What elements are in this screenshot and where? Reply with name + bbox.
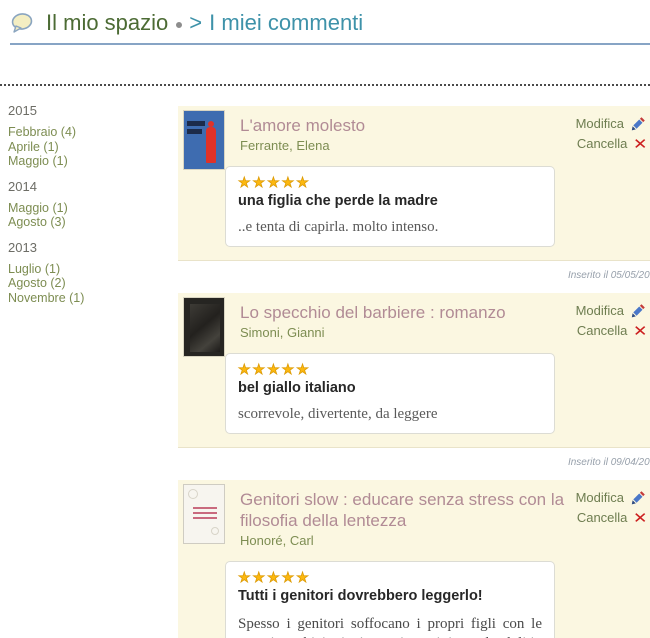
delete-label: Cancella — [577, 136, 628, 151]
comment-title: una figlia che perde la madre — [238, 193, 542, 209]
archive-month-link[interactable]: Febbraio (4) — [8, 125, 178, 140]
delete-link[interactable]: Cancella ✕ — [577, 136, 647, 151]
delete-link[interactable]: Cancella ✕ — [577, 510, 647, 525]
archive-year: 2013 — [8, 240, 178, 255]
edit-link[interactable]: Modifica — [576, 489, 647, 505]
book-cover-thumbnail[interactable] — [183, 297, 225, 357]
page-header: Il mio spazio > I miei commenti — [10, 10, 650, 45]
archive-month-link[interactable]: Luglio (1) — [8, 262, 178, 277]
comment-box: ★★★★★ bel giallo italiano scorrevole, di… — [225, 353, 555, 434]
card-actions: Modifica Cancella ✕ — [576, 115, 647, 151]
book-cover-thumbnail[interactable] — [183, 110, 225, 170]
delete-label: Cancella — [577, 510, 628, 525]
star-rating: ★★★★★ — [238, 362, 542, 377]
comment-title: Tutti i genitori dovrebbero leggerlo! — [238, 588, 542, 604]
comment-body: scorrevole, divertente, da leggere — [238, 405, 542, 424]
book-author: Honoré, Carl — [240, 533, 649, 548]
inserted-date: Inserito il 05/05/201. — [178, 261, 650, 293]
comment-card: Lo specchio del barbiere : romanzo Simon… — [178, 293, 650, 448]
archive-month-link[interactable]: Maggio (1) — [8, 201, 178, 216]
page-title: Il mio spazio — [46, 10, 168, 36]
pencil-icon — [631, 489, 647, 505]
inserted-date: Inserito il 09/04/201. — [178, 448, 650, 480]
content-area: 2015 Febbraio (4) Aprile (1) Maggio (1) … — [0, 86, 650, 638]
archive-year: 2014 — [8, 179, 178, 194]
comment-card: Genitori slow : educare senza stress con… — [178, 480, 650, 638]
card-actions: Modifica Cancella ✕ — [576, 302, 647, 338]
edit-label: Modifica — [576, 490, 624, 505]
comments-list: L'amore molesto Ferrante, Elena ★★★★★ un… — [178, 86, 650, 638]
breadcrumb-current: I miei commenti — [209, 10, 363, 36]
book-cover-thumbnail[interactable] — [183, 484, 225, 544]
book-title-link[interactable]: Genitori slow : educare senza stress con… — [240, 489, 575, 531]
delete-x-icon: ✕ — [633, 137, 647, 151]
comment-box: ★★★★★ una figlia che perde la madre ..e … — [225, 166, 555, 247]
archive-month-link[interactable]: Agosto (2) — [8, 276, 178, 291]
breadcrumb-separator: > — [189, 10, 202, 36]
card-actions: Modifica Cancella ✕ — [576, 489, 647, 525]
delete-label: Cancella — [577, 323, 628, 338]
delete-link[interactable]: Cancella ✕ — [577, 323, 647, 338]
edit-link[interactable]: Modifica — [576, 115, 647, 131]
edit-label: Modifica — [576, 303, 624, 318]
archive-month-link[interactable]: Aprile (1) — [8, 140, 178, 155]
speech-bubble-icon — [10, 12, 34, 34]
archive-month-link[interactable]: Agosto (3) — [8, 215, 178, 230]
delete-x-icon: ✕ — [633, 324, 647, 338]
bullet-icon — [176, 22, 182, 28]
book-title-link[interactable]: L'amore molesto — [240, 115, 575, 136]
comment-body: Spesso i genitori soffocano i propri fig… — [238, 615, 542, 638]
star-rating: ★★★★★ — [238, 175, 542, 190]
pencil-icon — [631, 115, 647, 131]
archive-year: 2015 — [8, 103, 178, 118]
archive-month-link[interactable]: Maggio (1) — [8, 154, 178, 169]
comment-body: ..e tenta di capirla. molto intenso. — [238, 218, 542, 237]
archive-month-link[interactable]: Novembre (1) — [8, 291, 178, 306]
comment-card: L'amore molesto Ferrante, Elena ★★★★★ un… — [178, 106, 650, 261]
edit-link[interactable]: Modifica — [576, 302, 647, 318]
delete-x-icon: ✕ — [633, 511, 647, 525]
book-title-link[interactable]: Lo specchio del barbiere : romanzo — [240, 302, 575, 323]
pencil-icon — [631, 302, 647, 318]
edit-label: Modifica — [576, 116, 624, 131]
comment-box: ★★★★★ Tutti i genitori dovrebbero legger… — [225, 561, 555, 638]
star-rating: ★★★★★ — [238, 570, 542, 585]
archive-sidebar: 2015 Febbraio (4) Aprile (1) Maggio (1) … — [0, 86, 178, 305]
comment-title: bel giallo italiano — [238, 380, 542, 396]
